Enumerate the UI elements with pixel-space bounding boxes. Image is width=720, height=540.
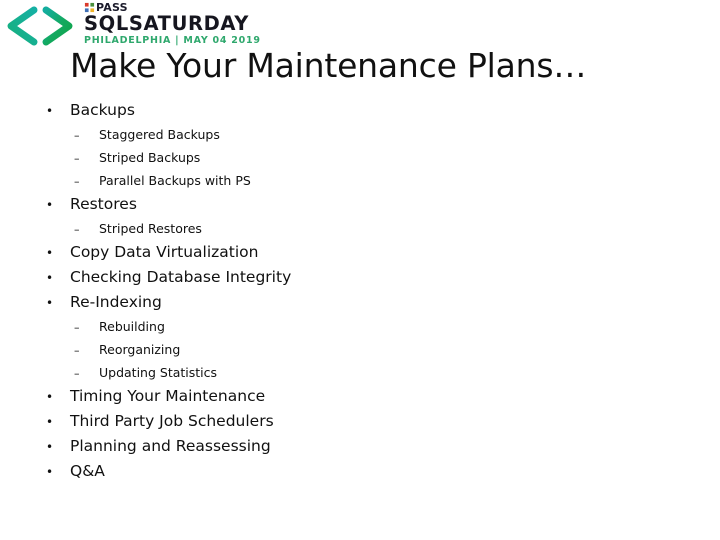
- bullet-item: • Third Party Job Schedulers: [0, 409, 720, 434]
- bullet-text: Copy Data Virtualization: [70, 243, 259, 261]
- bullet-item: – Staggered Backups: [0, 123, 720, 146]
- bullet-marker-icon: •: [46, 465, 54, 479]
- bullet-item: • Backups: [0, 98, 720, 123]
- dash-marker-icon: –: [74, 321, 80, 334]
- bullet-item: – Striped Restores: [0, 217, 720, 240]
- bullet-text: Striped Backups: [99, 150, 201, 165]
- bullet-item: • Planning and Reassessing: [0, 434, 720, 459]
- bullet-item: – Striped Backups: [0, 146, 720, 169]
- bullet-item: – Rebuilding: [0, 315, 720, 338]
- bullet-marker-icon: •: [46, 271, 54, 285]
- bullet-item: – Updating Statistics: [0, 361, 720, 384]
- dash-marker-icon: –: [74, 223, 80, 236]
- slide-title: Make Your Maintenance Plans…: [70, 46, 587, 85]
- dash-marker-icon: –: [74, 367, 80, 380]
- bullet-text: Planning and Reassessing: [70, 437, 271, 455]
- bullet-list: • Backups – Staggered Backups – Striped Backu…: [0, 98, 720, 484]
- bullet-text: Timing Your Maintenance: [70, 387, 266, 405]
- bullet-item: • Timing Your Maintenance: [0, 384, 720, 409]
- bullet-item: – Parallel Backups with PS: [0, 169, 720, 192]
- bullet-item: – Reorganizing: [0, 338, 720, 361]
- bullet-marker-icon: •: [46, 296, 54, 310]
- dash-marker-icon: –: [74, 152, 80, 165]
- bullet-item: • Checking Database Integrity: [0, 265, 720, 290]
- code-brackets-icon: [7, 6, 73, 46]
- bullet-item: • Copy Data Virtualization: [0, 240, 720, 265]
- event-name: SQLSATURDAY: [84, 12, 249, 35]
- bullet-marker-icon: •: [46, 440, 54, 454]
- bullet-text: Rebuilding: [99, 319, 165, 334]
- sqlsaturday-logo: PASS SQLSATURDAY PHILADELPHIA | MAY 04 2…: [0, 0, 260, 50]
- bullet-text: Backups: [70, 101, 135, 119]
- bullet-marker-icon: •: [46, 415, 54, 429]
- bullet-text: Staggered Backups: [99, 127, 220, 142]
- dash-marker-icon: –: [74, 175, 80, 188]
- dash-marker-icon: –: [74, 129, 80, 142]
- bullet-text: Updating Statistics: [99, 365, 218, 380]
- bullet-text: Parallel Backups with PS: [99, 173, 251, 188]
- bullet-text: Checking Database Integrity: [70, 268, 292, 286]
- dash-marker-icon: –: [74, 344, 80, 357]
- bullet-item: • Restores: [0, 192, 720, 217]
- bullet-marker-icon: •: [46, 390, 54, 404]
- bullet-text: Third Party Job Schedulers: [70, 412, 274, 430]
- bullet-item: • Re-Indexing: [0, 290, 720, 315]
- bullet-text: Reorganizing: [99, 342, 181, 357]
- bullet-text: Re-Indexing: [70, 293, 162, 311]
- bullet-marker-icon: •: [46, 104, 54, 118]
- bullet-text: Q&A: [70, 462, 105, 480]
- logo-text-block: PASS SQLSATURDAY PHILADELPHIA | MAY 04 2…: [84, 1, 260, 46]
- bullet-item: • Q&A: [0, 459, 720, 484]
- bullet-marker-icon: •: [46, 198, 54, 212]
- bullet-marker-icon: •: [46, 246, 54, 260]
- bullet-text: Restores: [70, 195, 137, 213]
- bullet-text: Striped Restores: [99, 221, 202, 236]
